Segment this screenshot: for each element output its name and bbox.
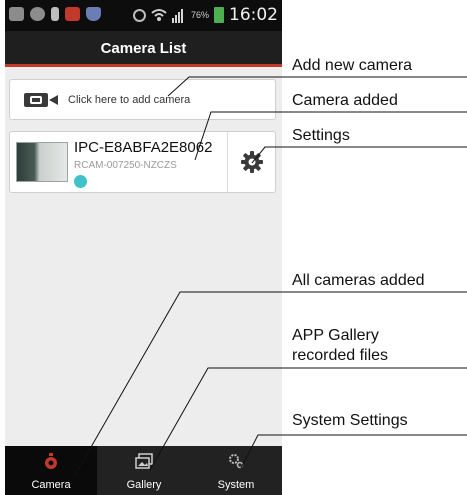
annotation-add-new-camera: Add new camera — [292, 57, 413, 74]
callout-system — [240, 434, 467, 469]
annotation-camera-added: Camera added — [292, 92, 398, 109]
annotation-settings: Settings — [292, 127, 350, 144]
annotation-system-settings: System Settings — [292, 412, 408, 429]
callout-all-cameras — [74, 291, 467, 476]
annotation-app-gallery-line2: recorded files — [292, 347, 389, 364]
callout-settings — [251, 146, 467, 164]
annotation-all-cameras-added: All cameras added — [292, 272, 425, 289]
annotation-app-gallery-line1: APP Gallery — [292, 327, 379, 344]
